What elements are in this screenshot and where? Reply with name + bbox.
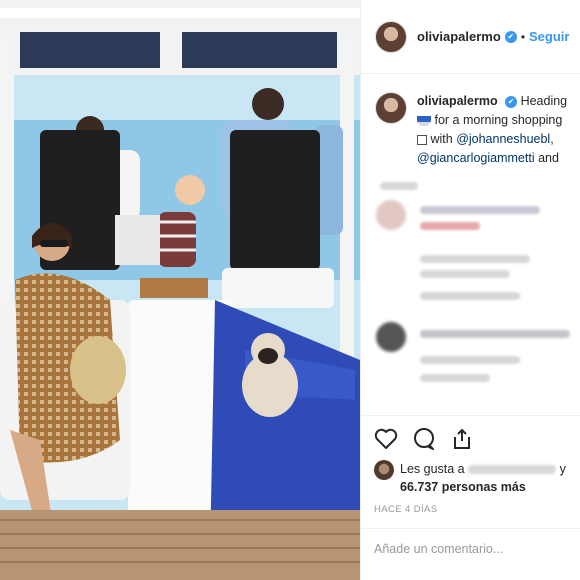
header-username[interactable]: olivia­palermo	[417, 29, 501, 44]
likes-summary: Les gusta a y 66.737 personas más	[374, 460, 566, 496]
likes-prefix: Les gusta a	[400, 462, 465, 476]
blurred-text	[420, 330, 570, 338]
blurred-avatar	[376, 322, 406, 352]
caption-line4-suffix: and	[534, 151, 559, 165]
likes-count[interactable]: 66.737 personas más	[400, 480, 526, 494]
mention-link[interactable]: @johanneshuebl	[456, 132, 550, 146]
blurred-text	[420, 206, 540, 214]
caption-text: oliviapalermo ✔ Heading for a morning sh…	[417, 94, 568, 165]
caption-username[interactable]: oliviapalermo	[417, 94, 498, 108]
post-header: olivia­palermo ✔ • Seguir	[361, 0, 580, 74]
post-timestamp[interactable]: HACE 4 DÍAS	[374, 504, 566, 515]
avatar[interactable]	[375, 20, 407, 53]
boat-emoji-icon	[417, 115, 431, 126]
heart-icon[interactable]	[374, 428, 398, 450]
blurred-text	[420, 255, 530, 263]
comment-icon[interactable]	[412, 427, 436, 451]
comment-input[interactable]: Añade un comentario...	[360, 528, 580, 580]
shopping-bag-emoji-icon	[417, 134, 427, 145]
caption-avatar[interactable]	[375, 92, 407, 124]
caption-line3-prefix: with	[430, 132, 457, 146]
blurred-text	[420, 292, 520, 300]
header-separator: •	[520, 29, 526, 44]
blurred-avatar	[376, 200, 406, 230]
share-icon[interactable]	[450, 427, 474, 451]
verified-icon: ✔	[505, 95, 518, 108]
blurred-text	[420, 222, 480, 230]
blurred-text	[420, 356, 520, 364]
follow-button[interactable]: Seguir	[529, 29, 569, 44]
mention-link[interactable]: @giancarlogiammetti	[417, 151, 535, 165]
caption: oliviapalermo ✔ Heading for a morning sh…	[361, 74, 580, 168]
likes-suffix: y	[559, 462, 566, 476]
blurred-username	[468, 465, 557, 475]
caption-line1: Heading	[520, 94, 568, 108]
yacht-scene-illustration	[0, 0, 360, 580]
post-photo[interactable]	[0, 0, 360, 580]
blurred-text	[380, 182, 418, 190]
post-actions: Les gusta a y 66.737 personas más HACE 4…	[360, 415, 580, 515]
blurred-text	[420, 374, 490, 382]
blurred-text	[420, 270, 510, 278]
caption-line2: for a morning shopping	[434, 113, 563, 127]
verified-icon: ✔	[504, 30, 517, 43]
liker-avatar[interactable]	[374, 460, 394, 480]
